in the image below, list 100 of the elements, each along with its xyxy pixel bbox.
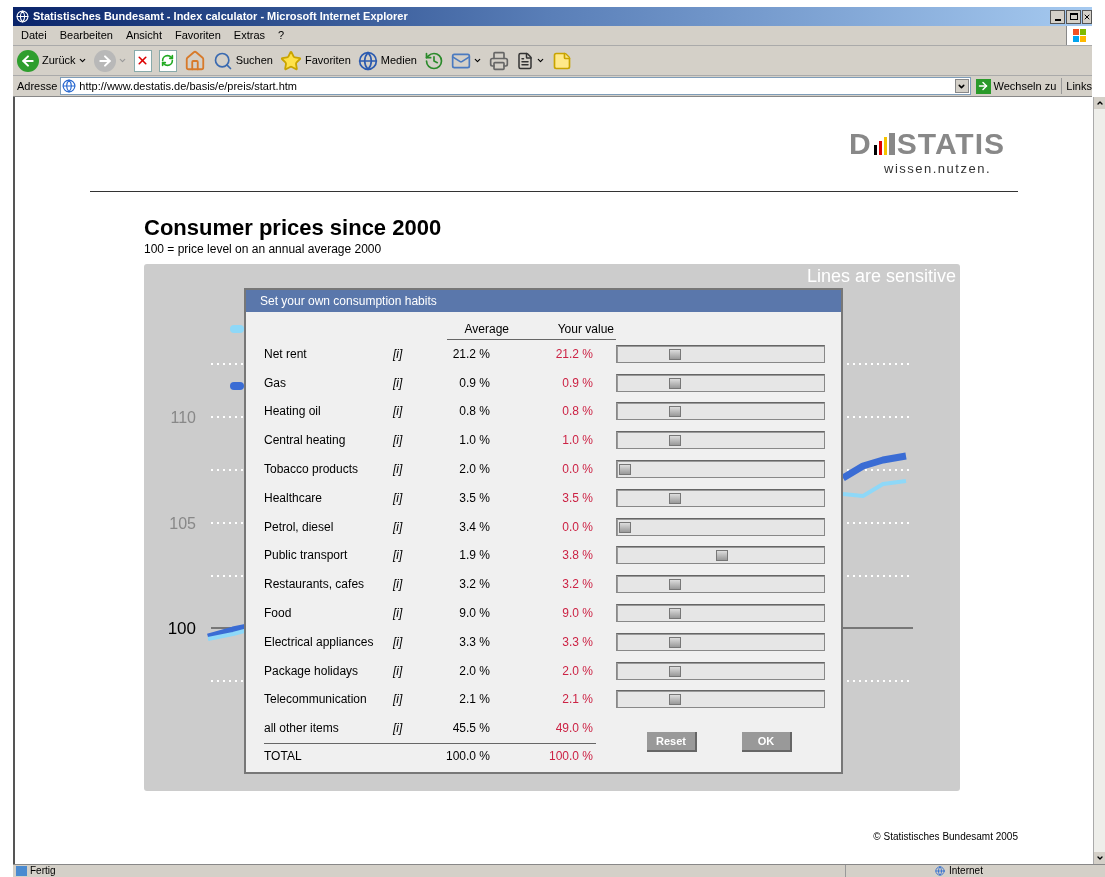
caret-icon[interactable] bbox=[535, 56, 545, 65]
slider-track[interactable] bbox=[616, 690, 825, 709]
info-link[interactable]: [i] bbox=[393, 373, 431, 392]
slider-thumb[interactable] bbox=[669, 608, 682, 620]
slider-track[interactable] bbox=[616, 460, 825, 479]
slider-track[interactable] bbox=[616, 373, 825, 392]
info-link[interactable]: [i] bbox=[393, 344, 431, 363]
status-page-icon bbox=[16, 866, 27, 876]
menu-item[interactable]: Ansicht bbox=[125, 27, 162, 44]
slider-thumb[interactable] bbox=[669, 694, 682, 706]
dropdown-button[interactable] bbox=[954, 79, 969, 93]
category-label: Petrol, diesel bbox=[264, 518, 335, 536]
average-value: 21.2 % bbox=[451, 345, 490, 363]
average-value: 3.2 % bbox=[458, 576, 490, 594]
info-link[interactable]: [i] bbox=[393, 575, 431, 594]
line-segment[interactable] bbox=[841, 452, 907, 481]
toolbar-button[interactable] bbox=[133, 49, 152, 72]
category-label: Net rent bbox=[264, 345, 308, 363]
slider-track[interactable] bbox=[616, 431, 825, 450]
axis-label: 105 bbox=[169, 514, 196, 532]
caret-icon[interactable] bbox=[472, 56, 482, 65]
zone-label: Internet bbox=[948, 866, 984, 876]
address-label: Adresse bbox=[17, 78, 58, 94]
category-label: Package holidays bbox=[264, 662, 360, 680]
menu-item[interactable]: Favoriten bbox=[175, 27, 221, 44]
info-link[interactable]: [i] bbox=[393, 719, 431, 738]
menu-item[interactable]: Datei bbox=[21, 27, 47, 44]
info-link[interactable]: [i] bbox=[393, 604, 431, 623]
dialog-title: Set your own consumption habits bbox=[246, 289, 841, 312]
go-button[interactable]: Wechseln zu bbox=[973, 77, 1059, 95]
average-value: 0.8 % bbox=[458, 403, 490, 421]
address-field[interactable]: http://www.destatis.de/basis/e/preis/start.htm bbox=[60, 77, 971, 95]
window-title: Statistisches Bundesamt - Index calculator - Microsoft Internet Explorer bbox=[33, 9, 409, 25]
search-icon bbox=[212, 50, 233, 71]
category-label: Gas bbox=[264, 374, 287, 392]
slider-thumb[interactable] bbox=[669, 665, 682, 677]
scroll-up-icon[interactable] bbox=[1094, 97, 1105, 109]
info-link[interactable]: [i] bbox=[393, 632, 431, 651]
info-link[interactable]: [i] bbox=[393, 517, 431, 536]
refresh-icon bbox=[158, 49, 177, 72]
toolbar-button[interactable] bbox=[515, 51, 534, 70]
slider-track[interactable] bbox=[616, 661, 825, 680]
flag-bars-icon bbox=[873, 133, 895, 155]
slider-thumb[interactable] bbox=[669, 435, 682, 447]
close-button[interactable] bbox=[1082, 9, 1092, 24]
info-link[interactable]: [i] bbox=[393, 460, 431, 479]
info-link[interactable]: [i] bbox=[393, 690, 431, 709]
slider-track[interactable] bbox=[616, 344, 825, 363]
slider-track[interactable] bbox=[616, 402, 825, 421]
maximize-button[interactable] bbox=[1066, 9, 1081, 24]
your-value: 3.8 % bbox=[561, 547, 593, 565]
average-value: 9.0 % bbox=[458, 605, 490, 623]
your-value: 0.0 % bbox=[561, 461, 593, 479]
minimize-button[interactable] bbox=[1050, 9, 1065, 24]
toolbar-button[interactable] bbox=[488, 50, 509, 71]
printer-icon bbox=[488, 50, 509, 71]
category-label: Electrical appliances bbox=[264, 633, 375, 651]
stop-icon bbox=[133, 49, 152, 72]
menu-item[interactable]: ? bbox=[278, 27, 285, 44]
slider-thumb[interactable] bbox=[669, 636, 682, 648]
menu-item[interactable]: Bearbeiten bbox=[59, 27, 113, 44]
slider-thumb[interactable] bbox=[669, 492, 682, 504]
caret-icon[interactable] bbox=[77, 56, 87, 65]
slider-track[interactable] bbox=[616, 546, 825, 565]
info-link[interactable]: [i] bbox=[393, 546, 431, 565]
scrollbar[interactable] bbox=[1093, 97, 1105, 864]
links-button[interactable]: Links bbox=[1061, 77, 1092, 95]
slider-thumb[interactable] bbox=[669, 406, 682, 418]
scroll-down-icon[interactable] bbox=[1094, 852, 1105, 864]
slider-thumb[interactable] bbox=[619, 464, 631, 476]
slider-thumb[interactable] bbox=[669, 348, 682, 360]
globe-icon bbox=[357, 50, 378, 71]
info-link[interactable]: [i] bbox=[393, 431, 431, 450]
your-value: 9.0 % bbox=[561, 605, 593, 623]
toolbar-button[interactable]: Suchen bbox=[212, 50, 273, 71]
info-link[interactable]: [i] bbox=[393, 402, 431, 421]
your-value: 3.3 % bbox=[561, 633, 593, 651]
category-label: all other items bbox=[264, 720, 340, 738]
slider-track[interactable] bbox=[616, 488, 825, 507]
slider-thumb[interactable] bbox=[619, 521, 631, 533]
slider-track[interactable] bbox=[616, 575, 825, 594]
star-icon bbox=[279, 49, 302, 72]
info-link[interactable]: [i] bbox=[393, 488, 431, 507]
toolbar-button[interactable]: Medien bbox=[357, 50, 417, 71]
slider-track[interactable] bbox=[616, 604, 825, 623]
toolbar-button[interactable]: Favoriten bbox=[279, 49, 351, 72]
slider-thumb[interactable] bbox=[669, 377, 682, 389]
slider-thumb[interactable] bbox=[669, 579, 682, 591]
toolbar-button[interactable]: Zurück bbox=[17, 49, 76, 72]
category-label: Healthcare bbox=[264, 489, 324, 507]
zone-icon bbox=[935, 866, 945, 876]
logo: D STATIS wissen.nutzen. bbox=[849, 129, 1005, 178]
category-label: Restaurants, cafes bbox=[264, 576, 366, 594]
copyright: © Statistisches Bundesamt 2005 bbox=[873, 829, 1018, 844]
slider-thumb[interactable] bbox=[715, 550, 728, 562]
info-link[interactable]: [i] bbox=[393, 661, 431, 680]
slider-track[interactable] bbox=[616, 632, 825, 651]
menu-item[interactable]: Extras bbox=[233, 27, 266, 44]
your-value: 3.2 % bbox=[561, 576, 593, 594]
slider-track[interactable] bbox=[616, 517, 825, 536]
